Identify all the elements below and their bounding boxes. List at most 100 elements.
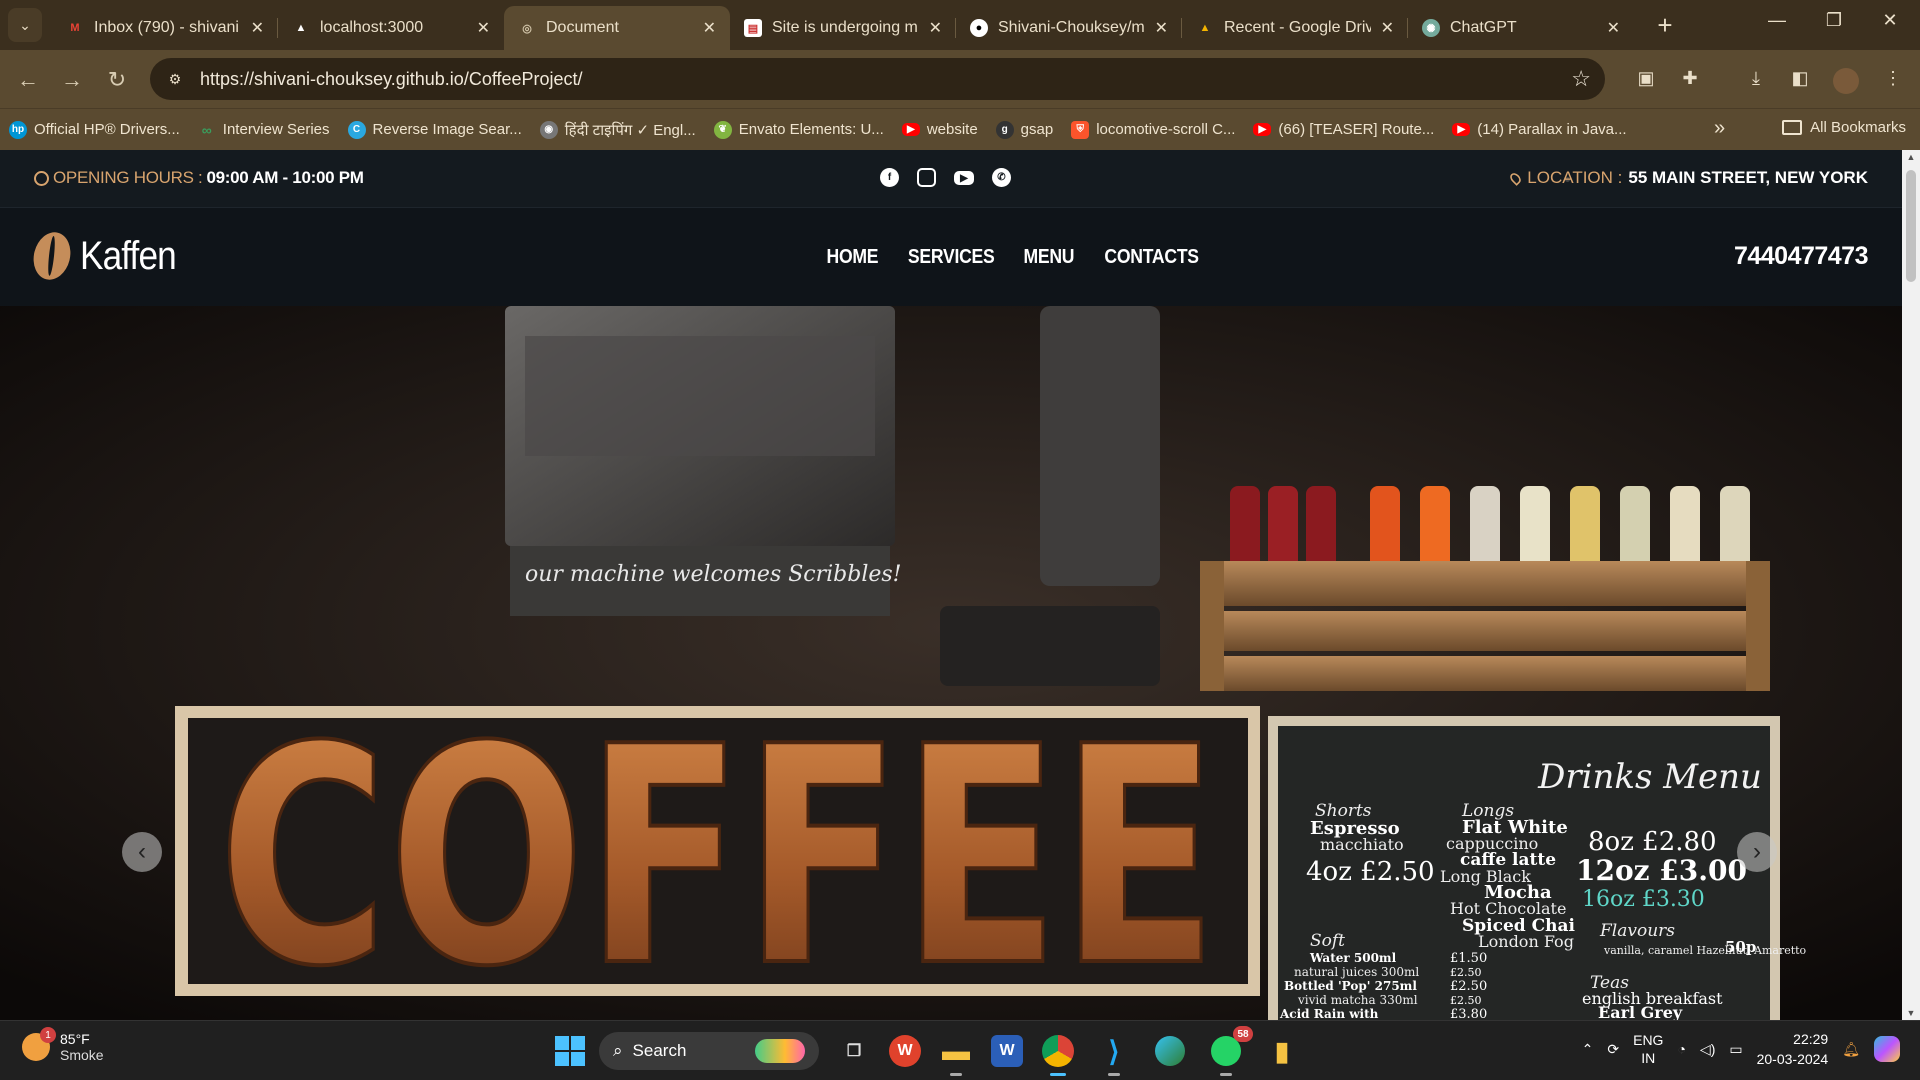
chevron-up-icon[interactable]: ⌃ [1582,1041,1594,1058]
browser-toolbar: ← → ↻ ⚙ https://shivani-chouksey.github.… [0,50,1920,108]
info-strip: OPENING HOURS : 09:00 AM - 10:00 PM f ▶ … [0,150,1902,208]
all-bookmarks-button[interactable]: All Bookmarks [1782,119,1906,136]
taskbar-search[interactable]: ⌕ Search [599,1032,819,1070]
bookmark-item[interactable]: C Reverse Image Sear... [339,120,531,139]
hindi-typing-icon: ◉ [539,120,558,139]
tab-maintenance[interactable]: ▤ Site is undergoing m ✕ [730,6,956,50]
nav-menu[interactable]: MENU [1024,246,1075,269]
menu-kebab-icon[interactable]: ⋮ [1880,68,1906,94]
main-nav: HOME SERVICES MENU CONTACTS [823,246,1205,269]
battery-icon[interactable]: ▭ [1729,1041,1742,1058]
whatsapp-icon[interactable]: ✆ [992,168,1011,187]
close-icon[interactable]: ✕ [1381,18,1394,38]
language-indicator[interactable]: ENG IN [1633,1031,1663,1067]
whatsapp-icon[interactable]: 58 [1205,1026,1253,1076]
system-tray: ⌃ ⟳ ENG IN ◔ ◁) ▭ 22:29 20-03-2024 🔔︎ [1582,1029,1900,1069]
bookmark-item[interactable]: ❦ Envato Elements: U... [705,120,893,139]
bookmark-item[interactable]: ▶ (66) [TEASER] Route... [1244,121,1443,138]
restore-icon[interactable]: ❐ [1814,10,1854,31]
edge-icon[interactable] [1149,1030,1191,1072]
chrome-icon[interactable] [1037,1030,1079,1076]
tab-google-drive[interactable]: ▲ Recent - Google Driv ✕ [1182,6,1408,50]
minimize-icon[interactable]: — [1757,10,1797,31]
new-tab-button[interactable]: + [1650,10,1680,41]
back-icon[interactable]: ← [14,66,42,94]
profile-avatar[interactable] [1833,68,1859,94]
tab-gmail[interactable]: M Inbox (790) - shivani ✕ [52,6,278,50]
copilot-icon[interactable] [1874,1036,1900,1062]
facebook-icon[interactable]: f [880,168,899,187]
notification-bell-icon[interactable]: 🔔︎ [1842,1041,1860,1058]
close-icon[interactable]: ✕ [929,18,942,38]
site-settings-icon[interactable]: ⚙ [164,68,186,90]
window-close-icon[interactable]: ✕ [1870,10,1910,31]
volume-icon[interactable]: ◁) [1700,1041,1715,1058]
hp-icon: hp [9,120,27,139]
url-text[interactable]: https://shivani-chouksey.github.io/Coffe… [200,69,583,90]
scrollbar-thumb[interactable] [1906,170,1916,282]
close-icon[interactable]: ✕ [1607,18,1620,38]
tab-localhost[interactable]: ▲ localhost:3000 ✕ [278,6,504,50]
bookmark-item[interactable]: ▶ website [893,121,987,138]
reload-icon[interactable]: ↻ [103,66,131,94]
svg-text:50p: 50p [1725,938,1756,956]
bookmark-item[interactable]: ▶ (14) Parallax in Java... [1443,121,1635,138]
nav-services[interactable]: SERVICES [908,246,995,269]
temperature: 85°F [60,1031,90,1047]
bookmark-star-icon[interactable]: ☆ [1571,66,1591,92]
sync-icon[interactable]: ⟳ [1607,1041,1619,1058]
file-explorer-icon[interactable]: ▬ [935,1030,977,1076]
svg-text:natural juices 300ml: natural juices 300ml [1294,965,1419,979]
wifi-icon[interactable]: ◔ [1677,1041,1685,1057]
hero-image: our machine welcomes Scribbles! COFFEE D… [0,306,1902,1020]
scroll-up-icon[interactable]: ▲ [1906,152,1916,162]
address-bar[interactable]: ⚙ https://shivani-chouksey.github.io/Cof… [150,58,1605,100]
search-icon: ⌕ [613,1041,623,1060]
youtube-icon[interactable]: ▶ [954,171,974,185]
vscode-icon[interactable]: ⟩ [1093,1030,1135,1076]
close-icon[interactable]: ✕ [703,18,716,38]
tab-title: Site is undergoing m [772,19,918,36]
chevron-double-right-icon[interactable]: » [1714,117,1725,140]
bookmark-item[interactable]: ⛨ locomotive-scroll C... [1062,120,1244,139]
bookmark-item[interactable]: ∞ Interview Series [189,121,339,139]
maintenance-icon: ▤ [744,19,762,37]
carousel-prev-button[interactable]: ‹ [122,832,162,872]
windows-start-icon[interactable] [555,1036,585,1066]
carousel-next-button[interactable]: › [1737,832,1777,872]
svg-text:£3.80: £3.80 [1450,1007,1487,1020]
wps-office-icon[interactable]: W [889,1035,921,1067]
nav-contacts[interactable]: CONTACTS [1104,246,1199,269]
phone-number[interactable]: 7440477473 [1734,242,1869,271]
close-icon[interactable]: ✕ [251,18,264,38]
bookmark-item[interactable]: g gsap [987,120,1063,139]
github-icon: ● [970,19,988,37]
download-icon[interactable]: ⤓ [1743,68,1769,94]
bookmark-item[interactable]: hp Official HP® Drivers... [0,120,189,139]
tab-document[interactable]: ◎ Document ✕ [504,6,730,50]
notes-icon[interactable]: ▮ [1261,1030,1303,1072]
screen-capture-icon[interactable]: ▣ [1633,68,1659,94]
close-icon[interactable]: ✕ [477,18,490,38]
forward-icon[interactable]: → [58,66,86,94]
clock-icon [34,170,49,186]
tab-chatgpt[interactable]: ✺ ChatGPT ✕ [1408,6,1634,50]
page-scrollbar[interactable]: ▲ ▼ [1902,150,1920,1020]
svg-text:Flavours: Flavours [1599,921,1675,941]
task-view-icon[interactable]: ❐ [833,1030,875,1072]
word-icon[interactable]: W [991,1035,1023,1067]
side-panel-icon[interactable]: ◧ [1787,68,1813,94]
bookmark-item[interactable]: ◉ हिंदी टाइपिंग ✓ Engl... [531,120,705,140]
nav-home[interactable]: HOME [827,246,879,269]
weather-widget[interactable]: 1 85°F Smoke [22,1027,104,1063]
clock[interactable]: 22:29 20-03-2024 [1757,1029,1829,1069]
scroll-down-icon[interactable]: ▼ [1906,1008,1916,1018]
site-logo[interactable]: Kaffen [28,228,189,284]
close-icon[interactable]: ✕ [1155,18,1168,38]
tab-github[interactable]: ● Shivani-Chouksey/m ✕ [956,6,1182,50]
extensions-icon[interactable]: ✚ [1677,68,1703,94]
hero-carousel: our machine welcomes Scribbles! COFFEE D… [0,306,1902,1020]
weather-icon: 1 [22,1027,56,1061]
tab-search-button[interactable]: ⌄ [8,8,42,42]
instagram-icon[interactable] [917,168,936,187]
